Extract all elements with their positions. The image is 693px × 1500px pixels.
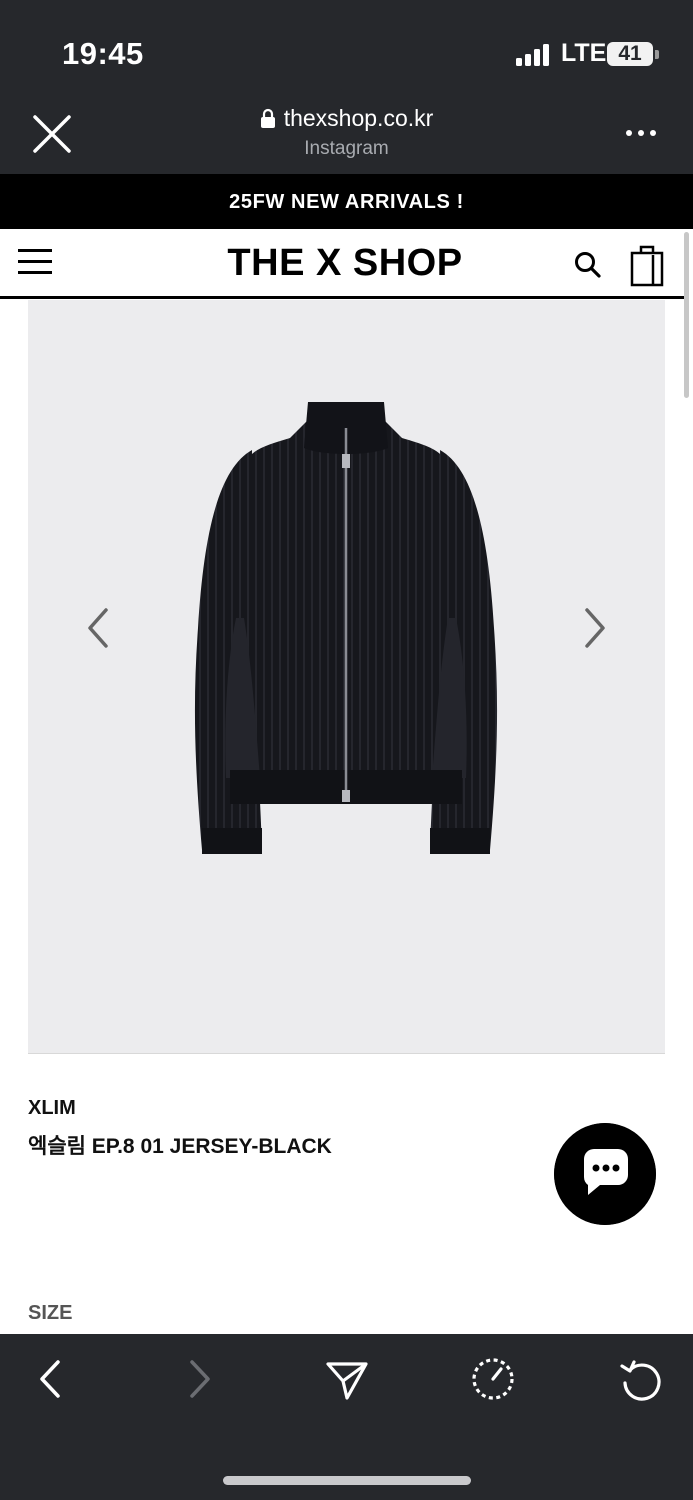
product-title: 엑슬림 EP.8 01 JERSEY-BLACK [28,1135,332,1158]
size-section-label: SIZE [28,1302,73,1324]
back-arrow-icon[interactable] [28,1356,74,1402]
more-icon[interactable] [620,118,662,148]
reload-icon[interactable] [618,1356,664,1402]
chevron-right-icon[interactable] [575,602,613,654]
status-bar: 19:45 LTE 41 [0,0,693,100]
in-app-browser-bar: thexshop.co.kr Instagram [0,100,693,174]
timer-icon[interactable] [470,1356,516,1402]
site-logo[interactable]: THE X SHOP [180,241,510,285]
referrer-source: Instagram [304,138,389,159]
forward-arrow-icon[interactable] [176,1356,222,1402]
shopping-bag-icon[interactable] [630,243,664,287]
close-icon[interactable] [30,112,74,156]
lock-icon [260,108,275,128]
battery-level: 41 [618,42,642,65]
chevron-left-icon[interactable] [80,602,118,654]
status-time: 19:45 [62,36,144,71]
battery-icon: 41 [607,42,653,66]
network-type: LTE [561,39,607,67]
announcement-banner[interactable]: 25FW NEW ARRIVALS ! [0,174,693,229]
product-photo [194,402,498,854]
hamburger-menu-icon[interactable] [18,249,52,277]
signal-strength-icon [516,44,549,66]
site-header: THE X SHOP [0,229,686,299]
home-indicator [223,1476,471,1485]
chat-bubble-icon[interactable] [554,1123,656,1225]
product-brand[interactable]: XLIM [28,1097,76,1120]
share-icon[interactable] [324,1356,370,1402]
search-icon[interactable] [572,249,604,281]
battery-tip [655,50,659,59]
page-scrollbar[interactable] [684,232,689,398]
page-url: thexshop.co.kr [283,105,434,131]
address-bar[interactable]: thexshop.co.kr Instagram [200,104,493,160]
